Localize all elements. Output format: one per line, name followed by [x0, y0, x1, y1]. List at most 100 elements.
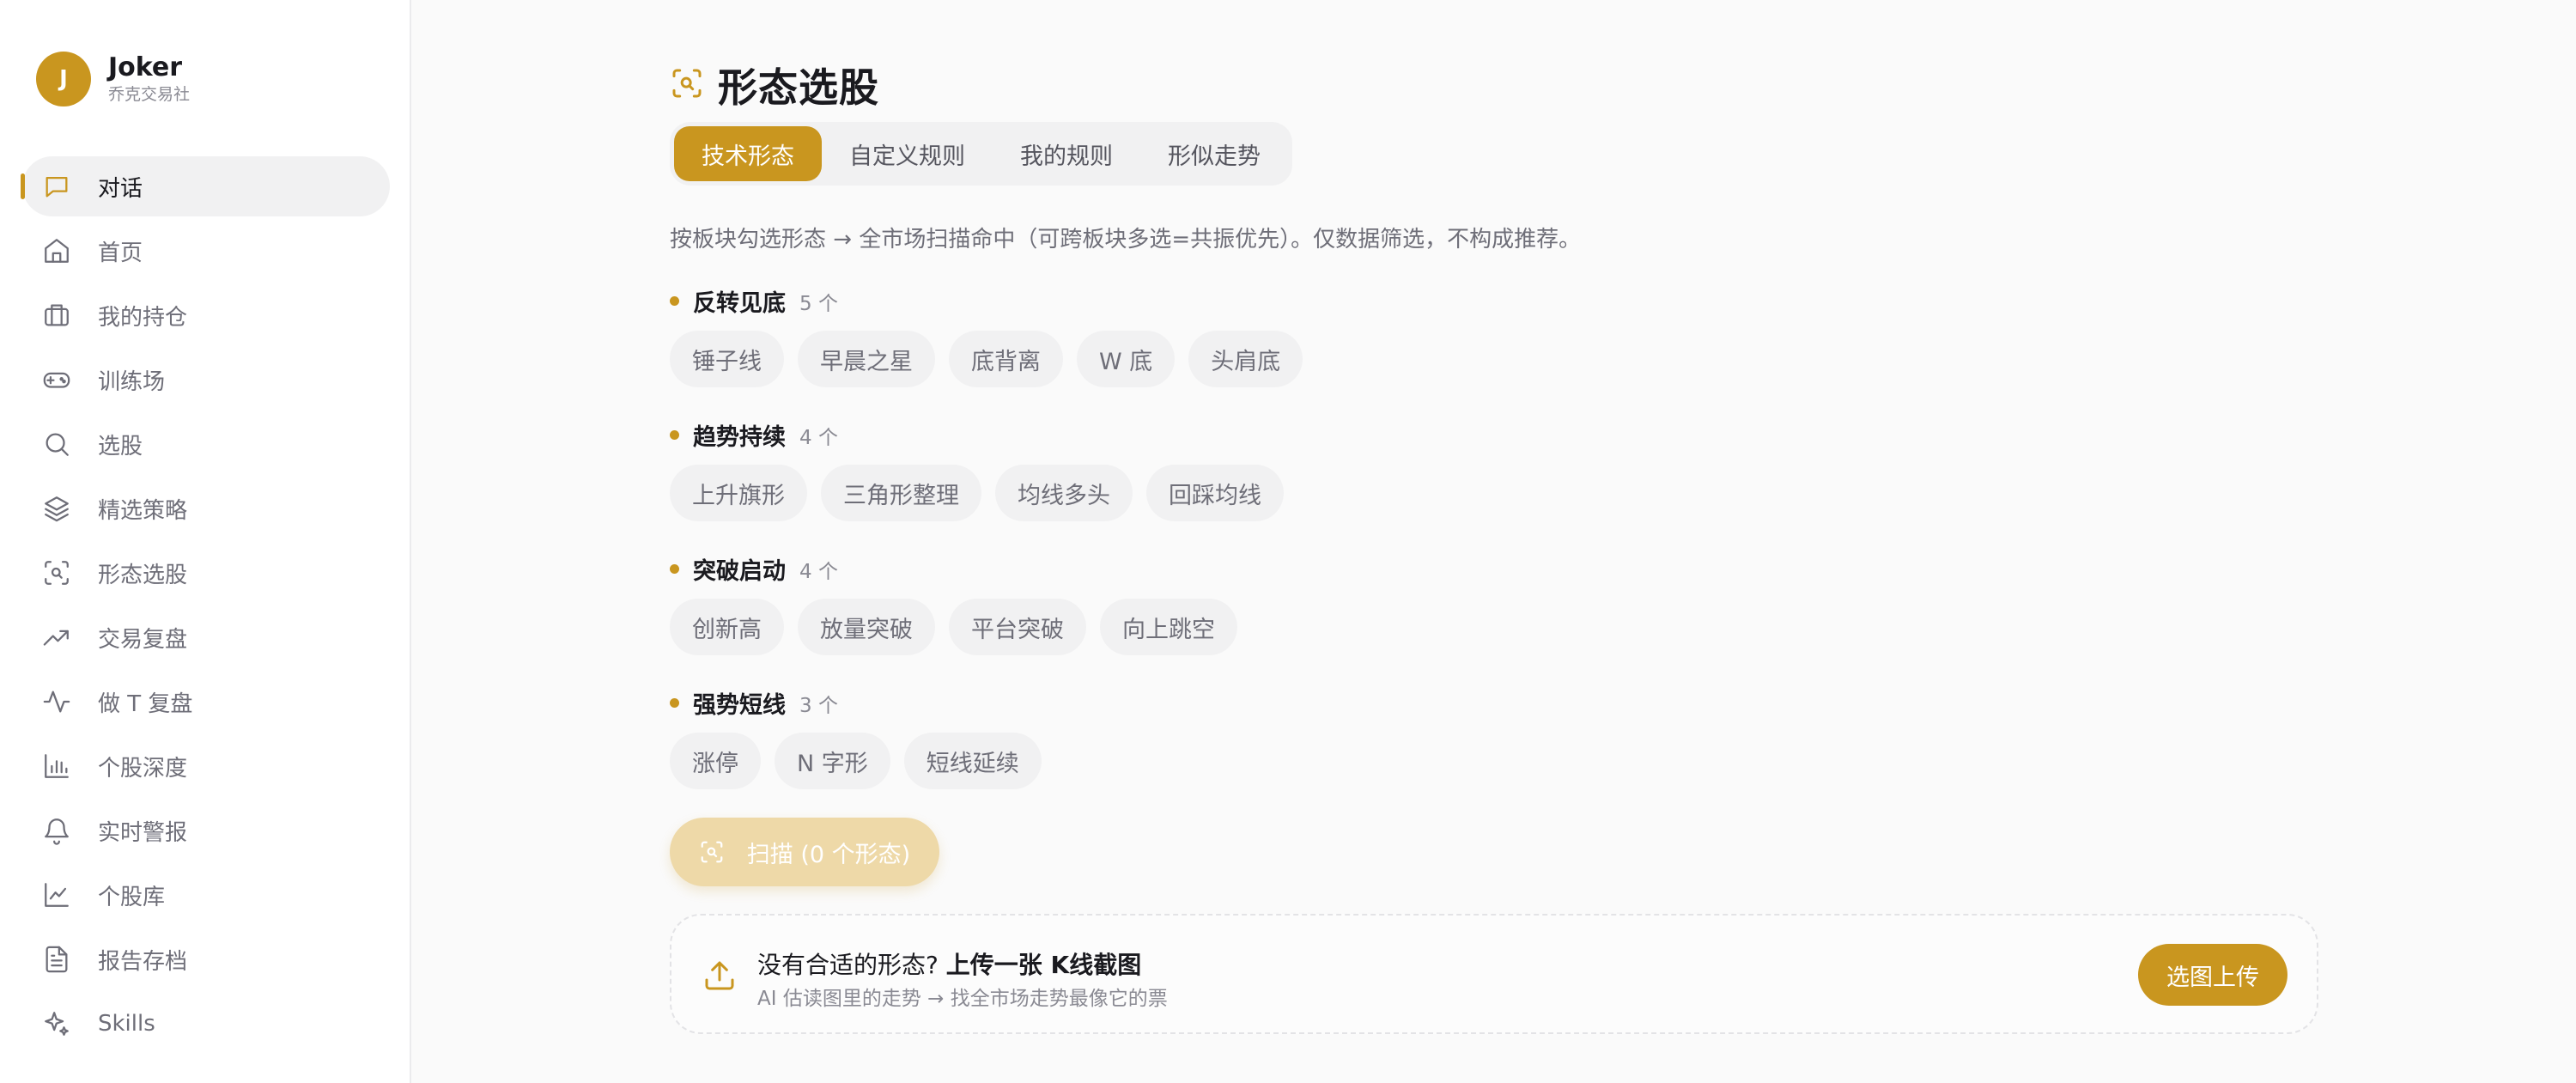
pattern-chip-list: 涨停 N 字形 短线延续: [670, 733, 1055, 789]
scan-button[interactable]: 扫描 (0 个形态): [670, 818, 939, 886]
tab-my-rules[interactable]: 我的规则: [993, 126, 1140, 181]
sidebar-item-reports[interactable]: 报告存档: [22, 929, 390, 989]
sidebar-item-strategies[interactable]: 精选策略: [22, 478, 390, 538]
upload-icon: [702, 958, 737, 996]
sidebar-item-label: 个股深度: [98, 755, 188, 782]
pattern-chip[interactable]: W 底: [1077, 331, 1176, 387]
sidebar-item-pattern-picker[interactable]: 形态选股: [22, 543, 390, 603]
scan-search-icon: [670, 66, 704, 104]
upload-prompt: 没有合适的形态? 上传一张 K线截图: [757, 946, 1141, 981]
upload-prompt-strong: 上传一张 K线截图: [945, 951, 1142, 979]
sidebar-item-label: Skills: [98, 1011, 155, 1037]
sidebar-item-training[interactable]: 训练场: [22, 350, 390, 410]
sidebar-item-label: 训练场: [98, 368, 166, 395]
pattern-chip[interactable]: 短线延续: [903, 733, 1042, 789]
avatar[interactable]: J: [36, 52, 91, 106]
pattern-chip[interactable]: N 字形: [775, 733, 890, 789]
sidebar-item-label: 选股: [98, 433, 143, 459]
group-name: 强势短线: [693, 692, 786, 719]
group-count: 4 个: [799, 560, 838, 583]
sidebar-item-label: 个股库: [98, 884, 166, 910]
sidebar-item-holdings[interactable]: 我的持仓: [22, 285, 390, 345]
pulse-icon: [41, 686, 72, 717]
pattern-chip[interactable]: 头肩底: [1188, 331, 1303, 387]
sidebar-item-stock-library[interactable]: 个股库: [22, 865, 390, 925]
page-description: 按板块勾选形态 → 全市场扫描命中（可跨板块多选=共振优先）。仅数据筛选，不构成…: [670, 227, 1582, 252]
page-title: 形态选股: [718, 64, 879, 111]
scan-button-label: 扫描 (0 个形态): [746, 841, 911, 868]
sidebar-item-label: 形态选股: [98, 562, 188, 588]
pattern-chip-list: 上升旗形 三角形整理 均线多头 回踩均线: [670, 465, 1297, 521]
briefcase-icon: [41, 300, 72, 331]
pattern-chip[interactable]: 底背离: [949, 331, 1063, 387]
pattern-chip[interactable]: 创新高: [670, 599, 784, 655]
gamepad-icon: [41, 364, 72, 395]
pattern-chip-list: 锤子线 早晨之星 底背离 W 底 头肩底: [670, 331, 1316, 387]
pattern-chip[interactable]: 涨停: [670, 733, 761, 789]
pattern-chip-list: 创新高 放量突破 平台突破 向上跳空: [670, 599, 1251, 655]
bell-icon: [41, 815, 72, 846]
group-count: 5 个: [799, 292, 838, 315]
bullet-dot: [670, 698, 679, 708]
layers-icon: [41, 493, 72, 524]
upload-card: 没有合适的形态? 上传一张 K线截图 AI 估读图里的走势 → 找全市场走势最像…: [670, 914, 2318, 1034]
pattern-chip[interactable]: 上升旗形: [670, 465, 807, 521]
sidebar-item-label: 对话: [98, 175, 143, 202]
group-header: 突破启动 4 个: [670, 552, 838, 586]
bar-chart-icon: [41, 751, 72, 782]
line-chart-icon: [41, 879, 72, 910]
tab-similar-trend[interactable]: 形似走势: [1140, 126, 1288, 181]
bullet-dot: [670, 296, 679, 306]
sidebar-item-label: 我的持仓: [98, 304, 188, 331]
group-name: 趋势持续: [693, 424, 786, 451]
tab-technical-patterns[interactable]: 技术形态: [674, 126, 822, 181]
brand: J Joker 乔克交易社: [36, 52, 190, 106]
scan-search-icon: [41, 557, 72, 588]
trending-up-icon: [41, 622, 72, 653]
tab-bar: 技术形态 自定义规则 我的规则 形似走势: [670, 122, 1292, 186]
pattern-chip[interactable]: 回踩均线: [1146, 465, 1284, 521]
home-icon: [41, 235, 72, 266]
sidebar-item-label: 报告存档: [98, 948, 188, 975]
pattern-chip[interactable]: 平台突破: [949, 599, 1086, 655]
brand-name: Joker: [108, 52, 183, 82]
group-header: 反转见底 5 个: [670, 284, 838, 318]
sidebar-item-trade-review[interactable]: 交易复盘: [22, 607, 390, 667]
bullet-dot: [670, 430, 679, 440]
pattern-chip[interactable]: 锤子线: [670, 331, 784, 387]
pattern-chip[interactable]: 放量突破: [798, 599, 935, 655]
pattern-chip[interactable]: 均线多头: [995, 465, 1133, 521]
sidebar-item-stock-picker[interactable]: 选股: [22, 414, 390, 474]
group-name: 突破启动: [693, 558, 786, 585]
sparkles-icon: [41, 1008, 72, 1039]
file-text-icon: [41, 944, 72, 975]
upload-hint: AI 估读图里的走势 → 找全市场走势最像它的票: [757, 988, 1168, 1010]
sidebar-item-t-review[interactable]: 做 T 复盘: [22, 672, 390, 732]
tab-custom-rules[interactable]: 自定义规则: [822, 126, 993, 181]
sidebar-item-label: 实时警报: [98, 819, 188, 846]
group-name: 反转见底: [693, 290, 786, 317]
group-count: 4 个: [799, 426, 838, 449]
sidebar-item-skills[interactable]: Skills: [22, 994, 390, 1054]
sidebar-item-home[interactable]: 首页: [22, 221, 390, 281]
brand-subtitle: 乔克交易社: [108, 85, 191, 104]
pattern-chip[interactable]: 早晨之星: [798, 331, 935, 387]
group-count: 3 个: [799, 694, 838, 717]
sidebar-item-label: 首页: [98, 240, 143, 266]
page-header: 形态选股: [670, 57, 879, 113]
sidebar: J Joker 乔克交易社 对话 首页 我的持仓 训练场 选股 精选策略 形态选…: [0, 0, 411, 1083]
sidebar-item-stock-depth[interactable]: 个股深度: [22, 736, 390, 796]
bullet-dot: [670, 564, 679, 574]
pattern-chip[interactable]: 三角形整理: [821, 465, 981, 521]
group-header: 强势短线 3 个: [670, 686, 838, 720]
scan-search-icon: [701, 841, 723, 863]
search-icon: [41, 429, 72, 459]
sidebar-item-chat[interactable]: 对话: [21, 156, 390, 216]
chat-icon: [41, 171, 72, 202]
sidebar-item-alerts[interactable]: 实时警报: [22, 800, 390, 861]
upload-image-button[interactable]: 选图上传: [2138, 944, 2287, 1006]
pattern-chip[interactable]: 向上跳空: [1100, 599, 1237, 655]
sidebar-nav: 对话 首页 我的持仓 训练场 选股 精选策略 形态选股 交易复盘 做 T 复盘 …: [21, 156, 390, 1058]
sidebar-item-label: 精选策略: [98, 497, 188, 524]
sidebar-item-label: 交易复盘: [98, 626, 188, 653]
